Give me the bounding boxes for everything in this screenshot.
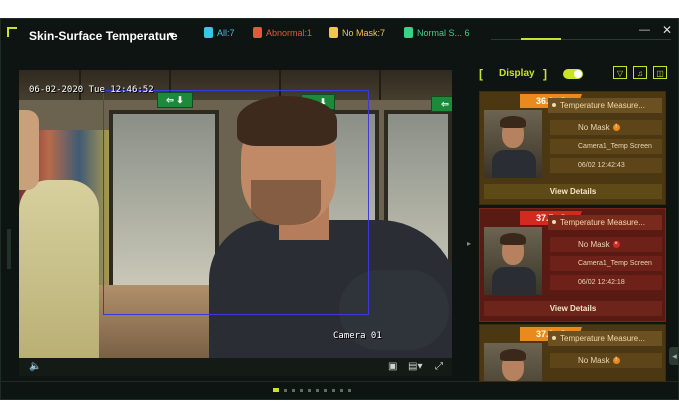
alarm-icon[interactable]: ♫ [633, 66, 647, 79]
thumb-hair [500, 233, 526, 245]
filter-all-label: All:7 [217, 27, 235, 38]
face-thumbnail [484, 343, 542, 381]
title-bar: Skin-Surface Temperature ▼ All:7 Abnorma… [1, 19, 678, 49]
page-dot[interactable] [292, 388, 295, 392]
page-dot[interactable] [340, 388, 343, 392]
normal-person-icon [404, 27, 413, 38]
display-header: [ Display ] ▽ ♫ ◫ [479, 66, 667, 84]
speaker-icon[interactable]: 🔈 [29, 361, 41, 372]
camera-label: Camera 01 [333, 331, 382, 341]
filter-abnormal-label: Abnormal:1 [266, 27, 313, 38]
corner-accent [7, 27, 17, 37]
divider [491, 39, 671, 40]
live-video[interactable]: ⇦ ⬇ ⇦ ⬇ ⇦ 06-02-2020 Tue 12:46:52 Camera… [19, 70, 452, 358]
warning-icon: ! [612, 124, 620, 132]
bracket-left-icon: [ [479, 67, 483, 81]
filter-abnormal[interactable]: Abnormal:1 [253, 27, 312, 38]
face-thumbnail [484, 227, 542, 295]
app-window: Skin-Surface Temperature ▼ All:7 Abnorma… [0, 18, 679, 400]
mask-icon [329, 27, 338, 38]
filter-icon[interactable]: ▽ [613, 66, 627, 79]
warning-icon: ! [612, 357, 620, 365]
bystander-head [19, 110, 39, 190]
event-time: 06/02 12:42:43 [550, 158, 662, 173]
page-dot[interactable] [332, 388, 335, 392]
expand-icon[interactable]: ◂ [669, 347, 678, 365]
page-dot[interactable] [324, 388, 327, 392]
alert-icon: × [612, 241, 620, 249]
display-label: Display [499, 68, 535, 79]
bystander-figure [19, 180, 99, 358]
video-toolbar: 🔈 ▣ ▤▾ ⤢ [19, 358, 452, 376]
mask-status: No Mask! [550, 120, 662, 135]
settings-icon[interactable]: ◫ [653, 66, 667, 79]
page-dot[interactable] [284, 388, 287, 392]
mask-status-text: No Mask [578, 240, 610, 249]
event-card[interactable]: 37.5 °C Temperature Measure... No Mask× … [479, 208, 666, 322]
event-time: 06/02 12:42:18 [550, 275, 662, 290]
app-title[interactable]: Skin-Surface Temperature [29, 29, 178, 43]
mask-status-text: No Mask [578, 356, 610, 365]
mask-status-text: No Mask [578, 123, 610, 132]
person-icon [204, 27, 213, 38]
detection-box [103, 90, 369, 315]
page-dot[interactable] [300, 388, 303, 392]
camera-name: Camera1_Temp Screen [550, 139, 662, 154]
page-dot[interactable] [316, 388, 319, 392]
page-dot[interactable] [273, 388, 279, 392]
chevron-down-icon[interactable]: ▼ [167, 30, 176, 40]
view-details-button[interactable]: View Details [484, 301, 662, 316]
bracket-right-icon: ] [543, 67, 547, 81]
thumb-hair [500, 349, 526, 361]
thumb-body [492, 150, 536, 178]
video-beam [379, 70, 381, 100]
face-thumbnail [484, 110, 542, 178]
filter-normal-label: Normal S... 6 [417, 27, 470, 38]
thumb-hair [500, 116, 526, 128]
event-title: Temperature Measure... [548, 215, 662, 230]
camera-name: Camera1_Temp Screen [550, 256, 662, 271]
abnormal-person-icon [253, 27, 262, 38]
event-title: Temperature Measure... [548, 331, 662, 346]
exit-sign-icon: ⇦ [431, 96, 452, 112]
fullscreen-icon[interactable]: ⤢ [435, 361, 443, 372]
event-title: Temperature Measure... [548, 98, 662, 113]
collapse-panel-icon[interactable]: ▸ [467, 239, 471, 248]
close-button[interactable]: ✕ [662, 23, 672, 37]
collapse-left-tab[interactable] [7, 229, 11, 269]
page-dot[interactable] [348, 388, 351, 392]
filter-all[interactable]: All:7 [204, 27, 235, 38]
minimize-button[interactable]: — [639, 24, 650, 36]
mask-status: No Mask! [550, 353, 662, 368]
video-timestamp: 06-02-2020 Tue 12:46:52 [29, 85, 154, 95]
filter-normal[interactable]: Normal S... 6 [404, 27, 470, 38]
pagination [273, 388, 351, 392]
layout-icon[interactable]: ▤▾ [408, 361, 422, 372]
mask-status: No Mask × [550, 237, 662, 252]
event-card[interactable]: 36.9 °C Temperature Measure... No Mask! … [479, 91, 666, 205]
snapshot-icon[interactable]: ▣ [388, 361, 397, 372]
event-card[interactable]: 37.3 °C Temperature Measure... No Mask! [479, 324, 666, 382]
page-dot[interactable] [308, 388, 311, 392]
view-details-button[interactable]: View Details [484, 184, 662, 199]
display-toggle[interactable] [563, 69, 583, 79]
filter-no-mask-label: No Mask:7 [342, 27, 386, 38]
filter-no-mask[interactable]: No Mask:7 [329, 27, 385, 38]
thumb-body [492, 267, 536, 295]
divider-accent [521, 38, 561, 40]
